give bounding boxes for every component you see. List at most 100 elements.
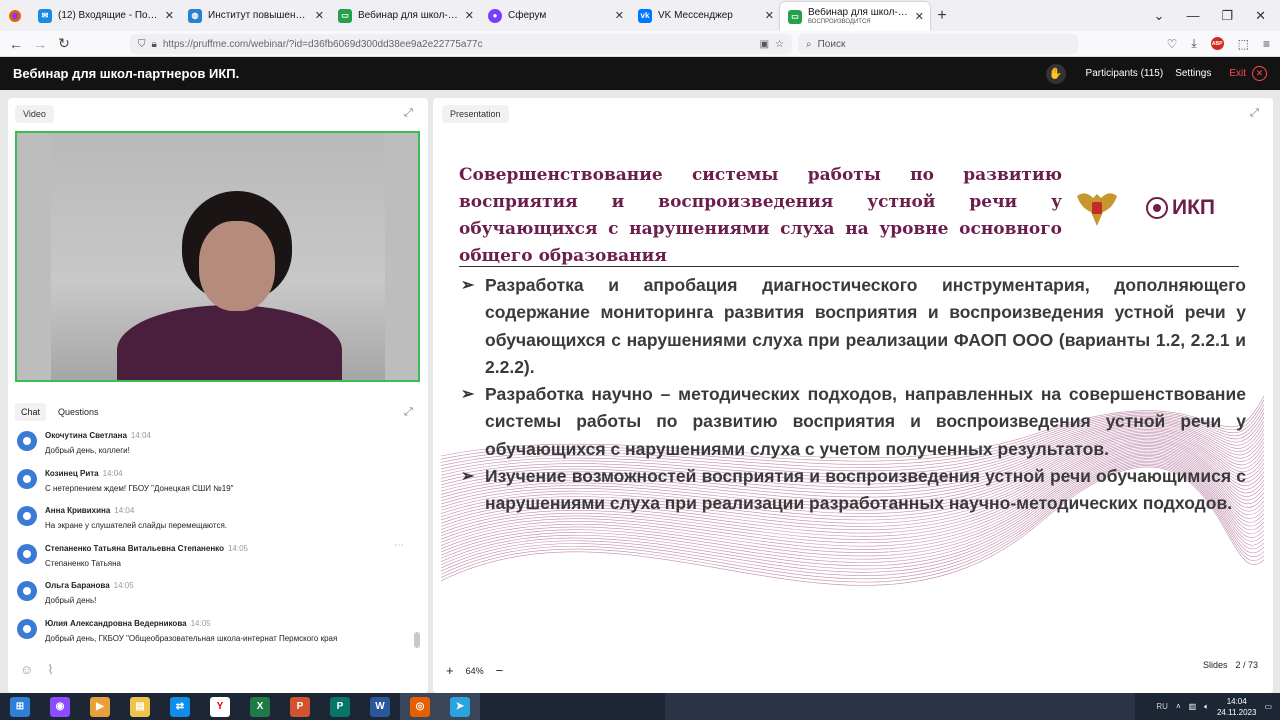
avatar (17, 506, 37, 526)
firefox-icon[interactable]: ◎ (400, 693, 440, 720)
speaker-face (199, 221, 275, 311)
url-bar[interactable]: ⛉ 🔒︎ https://pruffme.com/webinar/?id=d36… (130, 34, 792, 54)
presentation-tab[interactable]: Presentation (442, 105, 509, 123)
new-tab-button[interactable]: + (930, 0, 954, 31)
video-stream[interactable] (15, 131, 420, 382)
message-text: Добрый день, коллеги! (45, 446, 130, 455)
url-text[interactable]: https://pruffme.com/webinar/?id=d36fb606… (163, 39, 754, 50)
excel-icon[interactable]: X (240, 693, 280, 720)
author-name: Ольга Баранова (45, 581, 110, 590)
media-player-icon-glyph: ▶ (90, 696, 110, 717)
author-name: Окочутина Светлана (45, 431, 127, 440)
maximize-icon[interactable]: ❐ (1221, 8, 1233, 24)
header-actions: ✋ Participants (115) Settings Exit ✕ (1045, 63, 1267, 84)
telegram-icon[interactable]: ➤ (440, 693, 480, 720)
avatar (17, 431, 37, 451)
shield-icon[interactable]: ⛉ (138, 39, 146, 50)
chat-messages[interactable]: Окочутина Светлана 14:04 Добрый день, кол… (15, 427, 410, 649)
browser-tab[interactable]: ✉ (12) Входящие - Почта Mail.ru ✕ (30, 0, 180, 31)
close-tab-icon[interactable]: ✕ (315, 9, 324, 22)
tab-questions[interactable]: Questions (52, 403, 105, 421)
video-tab[interactable]: Video (15, 105, 54, 123)
participants-button[interactable]: Participants (115) (1086, 68, 1164, 79)
forward-icon[interactable]: → (28, 36, 52, 52)
globe-icon: ◍ (188, 8, 202, 23)
close-tab-icon[interactable]: ✕ (615, 9, 624, 22)
word-icon[interactable]: W (360, 693, 400, 720)
clock[interactable]: 14:04 24.11.2023 (1217, 696, 1256, 718)
alisa-icon[interactable]: ◉ (40, 693, 80, 720)
tab-title: Сферум (508, 10, 547, 21)
message-text: Добрый день, ГКБОУ "Общеобразовательная … (45, 633, 338, 643)
message-time: 14:05 (190, 618, 211, 628)
avatar (17, 468, 37, 489)
extensions-icon[interactable]: ⬚ (1238, 37, 1249, 51)
message-text: Добрый день! (45, 596, 97, 605)
close-tab-icon[interactable]: ✕ (465, 9, 474, 22)
emoji-icon[interactable]: ☺ (20, 662, 33, 678)
browser-tab-active[interactable]: ▭ Вебинар для школ-партнеров ВОСПРОИЗВОД… (780, 2, 930, 31)
bookmark-star-icon[interactable]: ☆ (775, 39, 784, 50)
close-tab-icon[interactable]: ✕ (165, 9, 174, 22)
expand-presentation-icon[interactable]: ⤢ (1250, 107, 1259, 120)
expand-video-icon[interactable]: ⤢ (404, 107, 413, 120)
file-explorer-icon[interactable]: ▤ (120, 693, 160, 720)
attachment-icon[interactable]: ⌇ (47, 662, 53, 678)
menu-icon[interactable]: ≡ (1263, 37, 1270, 51)
exit-button[interactable]: Exit ✕ (1229, 66, 1267, 81)
message-options-icon[interactable]: ⋯ (394, 540, 404, 551)
close-tab-icon[interactable]: ✕ (765, 9, 774, 22)
downloads-icon[interactable]: ⤓ (1191, 36, 1196, 51)
back-icon[interactable]: ← (4, 36, 28, 52)
avatar (17, 581, 37, 601)
start-icon[interactable]: ⊞ (0, 693, 40, 720)
reload-icon[interactable]: ↻ (52, 35, 76, 52)
browser-tab[interactable]: ● Сферум ✕ (480, 0, 630, 31)
tab-title: Институт повышения квалиф... (208, 10, 309, 21)
publisher-icon[interactable]: P (320, 693, 360, 720)
teamviewer-icon[interactable]: ⇄ (160, 693, 200, 720)
browser-tab[interactable]: vk VK Мессенджер ✕ (630, 0, 780, 31)
list-tabs-icon[interactable]: ⌄ (1154, 8, 1165, 24)
alisa-icon-glyph: ◉ (50, 696, 70, 717)
search-input[interactable]: ⌕ Поиск (798, 34, 1078, 54)
volume-icon[interactable]: 🔈︎ (1204, 702, 1209, 712)
slides-counter[interactable]: Slides 2 / 73 (1203, 660, 1258, 670)
powerpoint-icon[interactable]: P (280, 693, 320, 720)
yandex-browser-icon[interactable]: Y (200, 693, 240, 720)
firefox-menu-icon[interactable] (0, 0, 30, 31)
zoom-out-button[interactable]: − (496, 663, 504, 678)
language-indicator[interactable]: RU (1156, 702, 1168, 711)
screenshot-icon[interactable]: ▣ (760, 39, 769, 50)
settings-button[interactable]: Settings (1175, 68, 1211, 79)
start-icon-glyph: ⊞ (10, 696, 30, 717)
telegram-icon-glyph: ➤ (450, 696, 470, 717)
adblock-icon[interactable]: ABP (1210, 37, 1224, 50)
close-tab-icon[interactable]: ✕ (915, 10, 924, 23)
tab-chat[interactable]: Chat (15, 403, 47, 421)
minimize-icon[interactable]: — (1186, 8, 1199, 23)
presentation-slide[interactable]: Совершенствование системы работы по разв… (441, 156, 1264, 622)
chat-message-header: Юлия Александровна Ведерникова 14:05 (45, 615, 410, 629)
url-host: https://pruffme.com (162, 38, 249, 50)
chat-scrollbar[interactable] (414, 428, 420, 650)
tray-expand-icon[interactable]: ˄ (1176, 702, 1181, 711)
notifications-icon[interactable]: ▭ (1264, 702, 1272, 711)
pocket-icon[interactable]: ♡ (1167, 37, 1178, 51)
chat-message-header: Козинец Рита 14:04 (45, 465, 410, 479)
zoom-in-button[interactable]: + (446, 663, 454, 678)
browser-tab[interactable]: ◍ Институт повышения квалиф... ✕ (180, 0, 330, 31)
raise-hand-icon[interactable]: ✋ (1045, 63, 1066, 84)
network-icon[interactable]: ▥ (1189, 702, 1197, 711)
slide-title: Совершенствование системы работы по разв… (459, 165, 1062, 266)
expand-chat-icon[interactable]: ⤢ (404, 406, 413, 419)
zoom-controls: + 64% − (446, 663, 503, 678)
close-window-icon[interactable]: ✕ (1255, 8, 1266, 24)
scrollbar-thumb[interactable] (414, 632, 420, 648)
message-time: 14:05 (227, 543, 248, 553)
lock-icon[interactable]: 🔒︎ (152, 39, 157, 50)
system-tray: RU ˄ ▥ 🔈︎ 14:04 24.11.2023 ▭ (1156, 693, 1272, 720)
chat-input-bar: ☺ ⌇ (20, 662, 54, 678)
media-player-icon[interactable]: ▶ (80, 693, 120, 720)
browser-tab[interactable]: ▭ Вебинар для школ-партнеров ✕ (330, 0, 480, 31)
